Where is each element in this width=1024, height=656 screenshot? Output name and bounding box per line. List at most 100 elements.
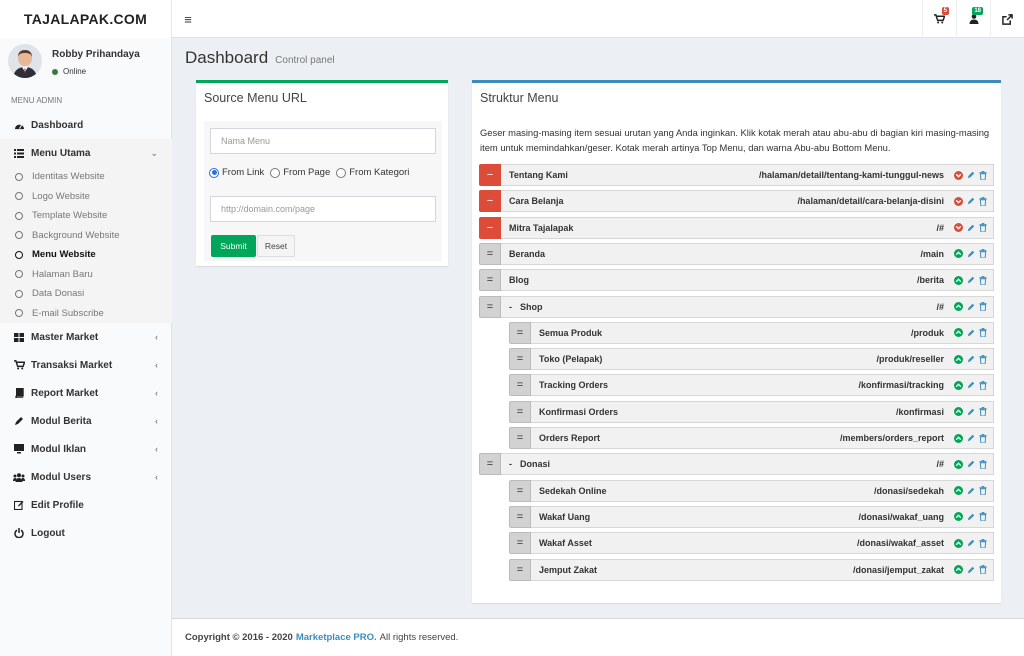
move-to-bottom-icon[interactable] <box>954 170 963 180</box>
bottom-menu-drag-handle[interactable]: = <box>479 269 501 292</box>
move-to-top-icon[interactable] <box>954 538 963 548</box>
delete-trash-icon[interactable] <box>979 302 987 311</box>
move-to-top-icon[interactable] <box>954 512 963 522</box>
collapse-toggle-icon[interactable]: - <box>509 459 512 469</box>
submenu-item-logo-website[interactable]: Logo Website <box>0 187 172 207</box>
bottom-menu-drag-handle[interactable]: = <box>509 374 531 397</box>
submenu-item-identitas-website[interactable]: Identitas Website <box>0 167 172 187</box>
sidebar-item-modul-berita[interactable]: Modul Berita ‹ <box>0 407 172 435</box>
edit-pencil-icon[interactable] <box>967 329 975 337</box>
menu-item-row[interactable]: = Beranda/main <box>479 242 994 265</box>
delete-trash-icon[interactable] <box>979 223 987 233</box>
top-menu-drag-handle[interactable]: − <box>479 216 501 239</box>
radio-from-kategori[interactable]: From Kategori <box>336 167 409 178</box>
sidebar-item-transaksi-market[interactable]: Transaksi Market ‹ <box>0 351 172 379</box>
menu-item-row[interactable]: = Wakaf Asset/donasi/wakaf_asset <box>509 532 994 555</box>
delete-trash-icon[interactable] <box>979 170 987 180</box>
bottom-menu-drag-handle[interactable]: = <box>479 453 501 476</box>
move-to-top-icon[interactable] <box>954 433 963 443</box>
submenu-item-menu-website[interactable]: Menu Website <box>0 245 172 265</box>
edit-pencil-icon[interactable] <box>967 250 975 258</box>
edit-pencil-icon[interactable] <box>967 513 975 521</box>
edit-pencil-icon[interactable] <box>967 434 975 442</box>
menu-item-row[interactable]: = Blog/berita <box>479 269 994 292</box>
sidebar-item-master-market[interactable]: Master Market ‹ <box>0 323 172 351</box>
sidebar-item-logout[interactable]: Logout <box>0 519 172 547</box>
delete-trash-icon[interactable] <box>979 380 987 390</box>
edit-pencil-icon[interactable] <box>967 303 975 311</box>
users-notification-button[interactable]: 18 <box>956 0 990 38</box>
menu-item-row[interactable]: = - Shop/# <box>479 295 994 318</box>
move-to-bottom-icon[interactable] <box>954 223 963 233</box>
move-to-top-icon[interactable] <box>954 380 963 390</box>
bottom-menu-drag-handle[interactable]: = <box>509 348 531 371</box>
bottom-menu-drag-handle[interactable]: = <box>509 532 531 555</box>
cart-notification-button[interactable]: 5 <box>922 0 956 38</box>
menu-item-row[interactable]: = Sedekah Online/donasi/sedekah <box>509 479 994 502</box>
menu-item-row[interactable]: − Tentang Kami/halaman/detail/tentang-kam… <box>479 164 994 186</box>
edit-pencil-icon[interactable] <box>967 539 975 547</box>
top-menu-drag-handle[interactable]: − <box>479 164 501 186</box>
submenu-item-halaman-baru[interactable]: Halaman Baru <box>0 265 172 285</box>
menu-item-row[interactable]: = Wakaf Uang/donasi/wakaf_uang <box>509 505 994 528</box>
submenu-item-email-subscribe[interactable]: E-mail Subscribe <box>0 304 172 324</box>
bottom-menu-drag-handle[interactable]: = <box>509 321 531 344</box>
edit-pencil-icon[interactable] <box>967 197 975 205</box>
menu-item-row[interactable]: = - Donasi/# <box>479 453 994 476</box>
bottom-menu-drag-handle[interactable]: = <box>479 295 501 318</box>
move-to-top-icon[interactable] <box>954 407 963 417</box>
radio-from-link[interactable]: From Link <box>209 167 264 178</box>
menu-item-row[interactable]: − Cara Belanja/halaman/detail/cara-belanj… <box>479 190 994 213</box>
edit-pencil-icon[interactable] <box>967 224 975 232</box>
sidebar-item-modul-iklan[interactable]: Modul Iklan ‹ <box>0 435 172 463</box>
delete-trash-icon[interactable] <box>979 249 987 259</box>
bottom-menu-drag-handle[interactable]: = <box>509 427 531 449</box>
menu-item-row[interactable]: − Mitra Tajalapak /# <box>479 216 994 239</box>
sidebar-toggle-icon[interactable]: ≡ <box>172 0 204 38</box>
delete-trash-icon[interactable] <box>979 407 987 417</box>
edit-pencil-icon[interactable] <box>967 171 975 179</box>
url-input[interactable]: http://domain.com/page <box>210 196 436 222</box>
menu-item-row[interactable]: = Toko (Pelapak) /produk/reseller <box>509 348 994 371</box>
submenu-item-template-website[interactable]: Template Website <box>0 206 172 226</box>
move-to-top-icon[interactable] <box>954 249 963 259</box>
footer-brand-link[interactable]: Marketplace PRO. <box>296 632 377 643</box>
delete-trash-icon[interactable] <box>979 196 987 206</box>
edit-pencil-icon[interactable] <box>967 276 975 284</box>
menu-item-row[interactable]: = Orders Report/members/orders_report <box>509 427 994 449</box>
delete-trash-icon[interactable] <box>979 459 987 469</box>
bottom-menu-drag-handle[interactable]: = <box>479 242 501 265</box>
delete-trash-icon[interactable] <box>979 486 987 496</box>
top-menu-drag-handle[interactable]: − <box>479 190 501 213</box>
external-link-button[interactable] <box>990 0 1024 38</box>
move-to-top-icon[interactable] <box>954 486 963 496</box>
edit-pencil-icon[interactable] <box>967 460 975 468</box>
submit-button[interactable]: Submit <box>211 235 256 257</box>
delete-trash-icon[interactable] <box>979 433 987 443</box>
delete-trash-icon[interactable] <box>979 538 987 548</box>
move-to-bottom-icon[interactable] <box>954 196 963 206</box>
move-to-top-icon[interactable] <box>954 275 963 285</box>
submenu-item-data-donasi[interactable]: Data Donasi <box>0 284 172 304</box>
edit-pencil-icon[interactable] <box>967 487 975 495</box>
menu-name-input[interactable]: Nama Menu <box>210 128 436 154</box>
delete-trash-icon[interactable] <box>979 275 987 285</box>
menu-item-row[interactable]: = Semua Produk/produk <box>509 321 994 344</box>
sidebar-item-report-market[interactable]: Report Market ‹ <box>0 379 172 407</box>
edit-pencil-icon[interactable] <box>967 566 975 574</box>
edit-pencil-icon[interactable] <box>967 355 975 363</box>
brand-logo[interactable]: TAJALAPAK.COM <box>0 0 172 38</box>
bottom-menu-drag-handle[interactable]: = <box>509 479 531 502</box>
submenu-item-background-website[interactable]: Background Website <box>0 226 172 246</box>
move-to-top-icon[interactable] <box>954 328 963 338</box>
move-to-top-icon[interactable] <box>954 459 963 469</box>
delete-trash-icon[interactable] <box>979 354 987 364</box>
menu-item-row[interactable]: = Jemput Zakat/donasi/jemput_zakat <box>509 558 994 581</box>
move-to-top-icon[interactable] <box>954 565 963 574</box>
sidebar-item-edit-profile[interactable]: Edit Profile <box>0 491 172 519</box>
sidebar-item-modul-users[interactable]: Modul Users ‹ <box>0 463 172 491</box>
delete-trash-icon[interactable] <box>979 512 987 522</box>
reset-button[interactable]: Reset <box>257 235 295 257</box>
delete-trash-icon[interactable] <box>979 328 987 338</box>
menu-item-row[interactable]: = Konfirmasi Orders/konfirmasi <box>509 400 994 423</box>
